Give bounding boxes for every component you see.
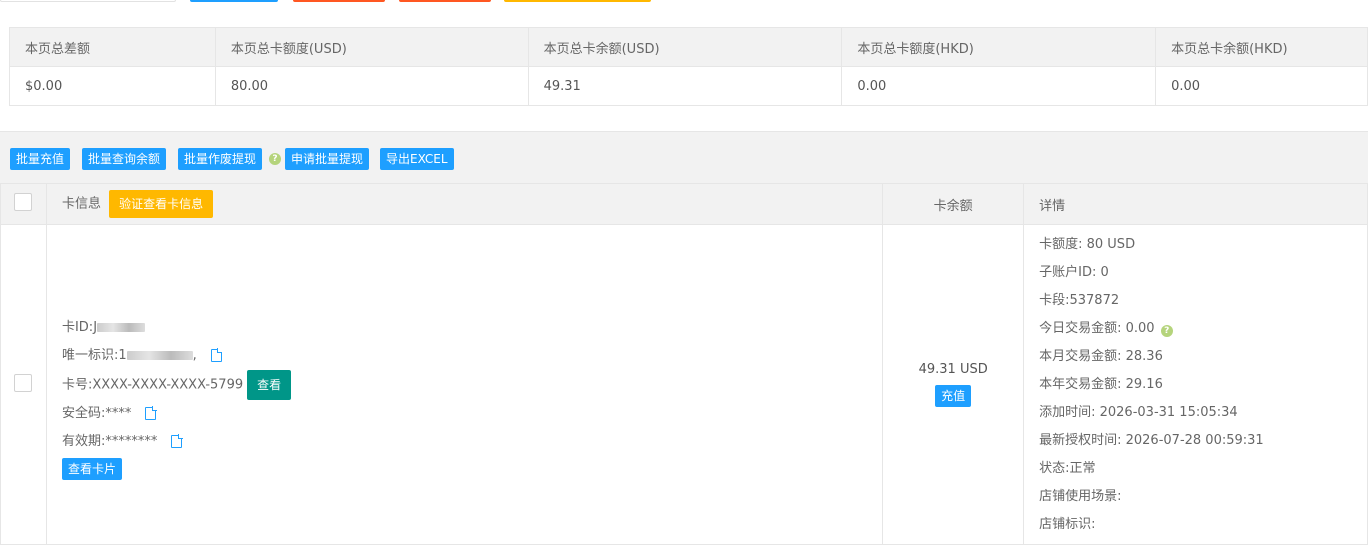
summary-value-usd-balance: 49.31 xyxy=(527,66,843,106)
copy-expiry-icon[interactable] xyxy=(171,434,183,448)
top-action-button-3[interactable] xyxy=(504,0,651,2)
top-action-button-1[interactable] xyxy=(293,0,385,2)
verify-view-card-info-button[interactable]: 验证查看卡信息 xyxy=(109,190,214,218)
header-card-info: 卡信息 xyxy=(61,196,101,212)
card-table: 卡信息 验证查看卡信息 卡余额 详情 卡ID:J 唯一标识:1, 卡号:XXXX… xyxy=(0,183,1368,545)
table-header-row: 卡信息 验证查看卡信息 卡余额 详情 xyxy=(0,183,1368,225)
card-info-cell: 卡ID:J 唯一标识:1, 卡号:XXXX-XXXX-XXXX-5799 查看 安… xyxy=(45,224,884,545)
today-amount-help-icon[interactable]: ? xyxy=(1160,324,1173,337)
detail-today-amount-line: 今日交易金额: 0.00 ? xyxy=(1039,315,1367,343)
detail-today-amount: 今日交易金额: 0.00 xyxy=(1039,320,1155,336)
card-number-line: 卡号:XXXX-XXXX-XXXX-5799 查看 xyxy=(61,369,882,400)
copy-unique-id-icon[interactable] xyxy=(210,348,223,362)
cvv-value: 安全码:**** xyxy=(61,405,132,421)
apply-batch-withdraw-button[interactable]: 申请批量提现 xyxy=(285,148,370,170)
detail-store-scene: 店铺使用场景: xyxy=(1039,488,1122,504)
expiry-line: 有效期:******** xyxy=(62,428,882,456)
batch-void-withdraw-button[interactable]: 批量作废提现 xyxy=(178,148,263,170)
select-all-checkbox[interactable] xyxy=(14,193,33,211)
batch-query-balance-button[interactable]: 批量查询余额 xyxy=(82,148,167,170)
detail-limit: 卡额度: 80 USD xyxy=(1039,236,1136,252)
view-card-button[interactable]: 查看卡片 xyxy=(61,457,122,480)
details-cell: 卡额度: 80 USD 子账户ID: 0 卡段:537872 今日交易金额: 0… xyxy=(1023,224,1368,545)
summary-header-hkd-limit: 本页总卡额度(HKD) xyxy=(841,27,1157,67)
batch-recharge-button[interactable]: 批量充值 xyxy=(10,148,71,170)
balance-cell: 49.31 USD 充值 xyxy=(882,224,1025,545)
summary-value-diff: $0.00 xyxy=(9,66,216,106)
header-details: 详情 xyxy=(1023,183,1368,225)
masked-card-id xyxy=(97,322,146,332)
recharge-button[interactable]: 充值 xyxy=(935,385,972,407)
view-card-line: 查看卡片 xyxy=(61,456,882,484)
detail-month-amount: 本月交易金额: 28.36 xyxy=(1039,348,1163,364)
table-toolbar: 批量充值 批量查询余额 批量作废提现 ? 申请批量提现 导出EXCEL xyxy=(0,131,1368,183)
detail-store-tag: 店铺标识: xyxy=(1039,516,1096,532)
detail-added-time: 添加时间: 2026-03-31 15:05:34 xyxy=(1039,404,1238,420)
card-id-line: 卡ID:J xyxy=(62,314,882,342)
view-card-number-button[interactable]: 查看 xyxy=(247,369,292,400)
copy-cvv-icon[interactable] xyxy=(145,406,157,420)
detail-status: 状态:正常 xyxy=(1039,460,1096,476)
row-checkbox[interactable] xyxy=(14,373,33,392)
top-action-button-2[interactable] xyxy=(399,0,491,2)
summary-header-diff: 本页总差额 xyxy=(9,27,216,67)
header-card-balance: 卡余额 xyxy=(882,183,1025,225)
summary-value-usd-limit: 80.00 xyxy=(214,66,529,106)
unique-id-line: 唯一标识:1, xyxy=(62,342,882,370)
help-icon[interactable]: ? xyxy=(269,153,281,165)
summary-value-hkd-limit: 0.00 xyxy=(841,66,1157,106)
top-filter-input[interactable] xyxy=(0,0,176,2)
cvv-line: 安全码:**** xyxy=(62,400,882,428)
detail-last-auth-time: 最新授权时间: 2026-07-28 00:59:31 xyxy=(1039,432,1264,448)
expiry-value: 有效期:******** xyxy=(61,433,158,449)
summary-header-usd-balance: 本页总卡余额(USD) xyxy=(527,27,843,67)
masked-unique-id xyxy=(126,350,193,360)
export-excel-button[interactable]: 导出EXCEL xyxy=(380,148,454,170)
summary-header-usd-limit: 本页总卡额度(USD) xyxy=(214,27,529,67)
detail-bin: 卡段:537872 xyxy=(1039,292,1120,308)
page-summary-table: 本页总差额 本页总卡额度(USD) 本页总卡余额(USD) 本页总卡额度(HKD… xyxy=(9,27,1368,106)
top-search-button[interactable] xyxy=(190,0,278,2)
detail-sub-account: 子账户ID: 0 xyxy=(1039,264,1109,280)
card-number: 卡号:XXXX-XXXX-XXXX-5799 xyxy=(61,377,244,392)
card-balance: 49.31 USD xyxy=(918,362,988,377)
summary-value-hkd-balance: 0.00 xyxy=(1155,66,1368,106)
detail-year-amount: 本年交易金额: 29.16 xyxy=(1039,376,1163,392)
table-row: 卡ID:J 唯一标识:1, 卡号:XXXX-XXXX-XXXX-5799 查看 安… xyxy=(0,224,1368,545)
summary-header-hkd-balance: 本页总卡余额(HKD) xyxy=(1155,27,1368,67)
